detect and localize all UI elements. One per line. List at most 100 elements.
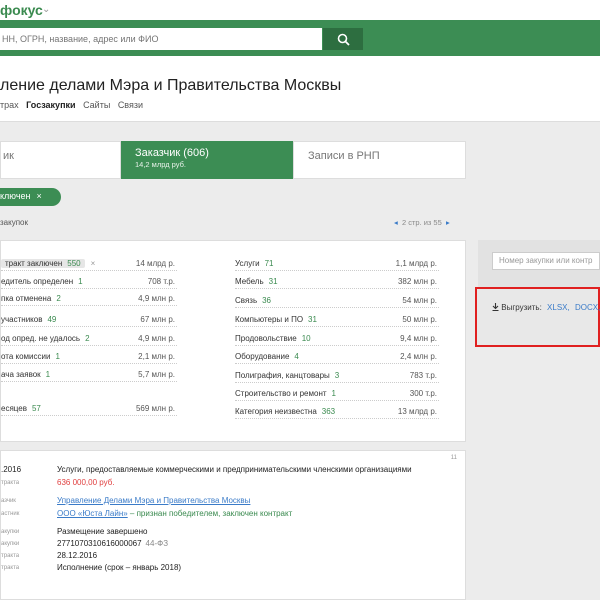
stat-label: Услуги bbox=[235, 259, 260, 268]
purchase-number-input[interactable]: Номер закупки или контр bbox=[492, 252, 600, 270]
purchase-number[interactable]: 2771070310616000067 bbox=[57, 539, 142, 548]
next-page-icon[interactable]: ▸ bbox=[446, 218, 450, 227]
top-bar bbox=[0, 0, 600, 20]
stat-row[interactable]: Оборудование 4 2,4 млн р. bbox=[235, 350, 439, 364]
stat-amount: 2,4 млн р. bbox=[400, 352, 437, 361]
search-input[interactable] bbox=[0, 28, 322, 50]
stat-amount: 708 т.р. bbox=[147, 277, 175, 286]
stat-count: 1 bbox=[55, 352, 60, 361]
stat-row[interactable]: Полиграфия, канцтовары 3 783 т.р. bbox=[235, 369, 439, 383]
customer-link[interactable]: Управление Делами Мэра и Правительства М… bbox=[57, 496, 250, 505]
participant-link[interactable]: ООО «Юста Лайн» bbox=[57, 509, 128, 518]
stat-amount: 5,7 млн р. bbox=[138, 370, 175, 379]
stat-count: 363 bbox=[321, 407, 336, 416]
tab-customer[interactable]: Заказчик (606) 14,2 млрд руб. bbox=[121, 141, 293, 179]
stat-count: 71 bbox=[264, 259, 274, 268]
chevron-down-icon[interactable]: ⌄ bbox=[42, 4, 50, 15]
filter-chip-label: ключен bbox=[0, 191, 31, 201]
stat-label: есяцев bbox=[1, 404, 27, 413]
stat-amount: 9,4 млн р. bbox=[400, 334, 437, 343]
subnav-item-arbitrage[interactable]: трах bbox=[0, 100, 19, 110]
stats-panel: тракт заключен 550 × 14 млрд р. едитель оп… bbox=[0, 240, 466, 442]
stat-row[interactable]: Продовольствие 10 9,4 млн р. bbox=[235, 332, 439, 346]
contract-subject[interactable]: Услуги, предоставляемые коммерческими и … bbox=[57, 465, 412, 474]
stat-amount: 2,1 млн р. bbox=[138, 352, 175, 361]
stat-amount: 4,9 млн р. bbox=[138, 334, 175, 343]
stat-label: участников bbox=[1, 315, 43, 324]
stat-row[interactable]: Компьютеры и ПО 31 50 млн р. bbox=[235, 313, 439, 327]
contract-price: 636 000,00 руб. bbox=[57, 478, 115, 487]
stat-row[interactable]: од опред. не удалось 2 4,9 млн р. bbox=[1, 332, 177, 346]
stat-row[interactable]: ота комиссии 1 2,1 млн р. bbox=[1, 350, 177, 364]
export-docx-link[interactable]: DOCX, bbox=[575, 303, 600, 312]
pager: ◂ 2 стр. из 55 ▸ bbox=[394, 218, 450, 227]
stat-row[interactable]: Связь 36 54 млн р. bbox=[235, 294, 439, 308]
stat-row[interactable]: тракт заключен 550 × 14 млрд р. bbox=[1, 257, 177, 271]
stat-count: 31 bbox=[308, 315, 317, 324]
stat-label: Строительство и ремонт bbox=[235, 389, 327, 398]
stat-label: ота комиссии bbox=[1, 352, 51, 361]
stat-row[interactable]: Строительство и ремонт 1 300 т.р. bbox=[235, 387, 439, 401]
stat-count: 31 bbox=[268, 277, 278, 286]
contract-date: .2016 bbox=[1, 465, 22, 474]
stat-label: Полиграфия, канцтовары bbox=[235, 371, 330, 380]
stat-label: едитель определен bbox=[1, 277, 74, 286]
search-button[interactable] bbox=[323, 28, 363, 50]
stat-row[interactable]: есяцев 57 569 млн р. bbox=[1, 402, 177, 416]
stat-amount: 14 млрд р. bbox=[135, 259, 175, 268]
stat-amount: 300 т.р. bbox=[409, 389, 437, 398]
stat-row[interactable]: пка отменена 2 4,9 млн р. bbox=[1, 292, 177, 306]
stat-row[interactable]: Услуги 71 1,1 млрд р. bbox=[235, 257, 439, 271]
stat-row[interactable]: ача заявок 1 5,7 млн р. bbox=[1, 368, 177, 382]
filter-chip[interactable]: ключен × bbox=[0, 188, 61, 206]
purchase-number-row: 2771070310616000067 44-ФЗ bbox=[57, 539, 168, 548]
tab-supplier[interactable]: ик bbox=[0, 141, 121, 179]
stat-count: 49 bbox=[47, 315, 57, 324]
number-label: акупки bbox=[1, 541, 20, 547]
stat-row[interactable]: участников 49 67 млн р. bbox=[1, 313, 177, 327]
stat-row[interactable]: едитель определен 1 708 т.р. bbox=[1, 275, 177, 289]
law-badge: 44-ФЗ bbox=[145, 539, 169, 548]
tab-rnp[interactable]: Записи в РНП bbox=[293, 141, 466, 179]
close-icon[interactable]: × bbox=[37, 191, 42, 201]
stat-amount: 13 млрд р. bbox=[397, 407, 437, 416]
stat-count: 1 bbox=[78, 277, 83, 286]
subnav-item-goszakupki[interactable]: Госзакупки bbox=[26, 100, 75, 110]
org-subnav: трах Госзакупки Сайты Связи bbox=[0, 100, 148, 110]
stat-amount: 54 млн р. bbox=[402, 296, 437, 305]
subnav-item-sites[interactable]: Сайты bbox=[83, 100, 110, 110]
subnav-item-links[interactable]: Связи bbox=[118, 100, 143, 110]
stat-amount: 67 млн р. bbox=[140, 315, 175, 324]
participant-note: – признан победителем, заключен контракт bbox=[127, 509, 293, 518]
close-icon[interactable]: × bbox=[91, 259, 96, 268]
stat-row[interactable]: Категория неизвестна 363 13 млрд р. bbox=[235, 405, 439, 419]
stat-amount: 4,9 млн р. bbox=[138, 294, 175, 303]
tab-customer-sum: 14,2 млрд руб. bbox=[135, 160, 186, 169]
participant-label: астник bbox=[1, 511, 20, 517]
stat-amount: 569 млн р. bbox=[135, 404, 175, 413]
stat-amount: 382 млн р. bbox=[397, 277, 437, 286]
export-label: Выгрузить: bbox=[501, 303, 542, 312]
download-icon bbox=[492, 303, 499, 312]
stat-label: тракт заключен bbox=[5, 259, 63, 268]
logo[interactable]: фокус bbox=[0, 2, 43, 18]
card-index: 11 bbox=[450, 455, 457, 461]
stat-count: 4 bbox=[294, 352, 299, 361]
stat-count: 2 bbox=[85, 334, 90, 343]
stat-label: Компьютеры и ПО bbox=[235, 315, 304, 324]
contract-card[interactable]: .2016 Услуги, предоставляемые коммерческ… bbox=[0, 450, 466, 600]
status-label: тракта bbox=[1, 565, 20, 571]
export-xlsx-link[interactable]: XLSX, bbox=[547, 303, 570, 312]
purchase-stage: Размещение завершено bbox=[57, 527, 148, 536]
search-icon bbox=[337, 33, 350, 46]
stat-count: 10 bbox=[301, 334, 311, 343]
stat-label: Категория неизвестна bbox=[235, 407, 317, 416]
stat-label: Оборудование bbox=[235, 352, 290, 361]
stat-count: 2 bbox=[56, 294, 61, 303]
contract-status: Исполнение (срок – январь 2018) bbox=[57, 563, 182, 572]
prev-page-icon[interactable]: ◂ bbox=[394, 218, 398, 227]
stat-count: 36 bbox=[262, 296, 272, 305]
stage-label: акупки bbox=[1, 529, 20, 535]
stat-row[interactable]: Мебель 31 382 млн р. bbox=[235, 275, 439, 289]
stat-amount: 783 т.р. bbox=[409, 371, 437, 380]
